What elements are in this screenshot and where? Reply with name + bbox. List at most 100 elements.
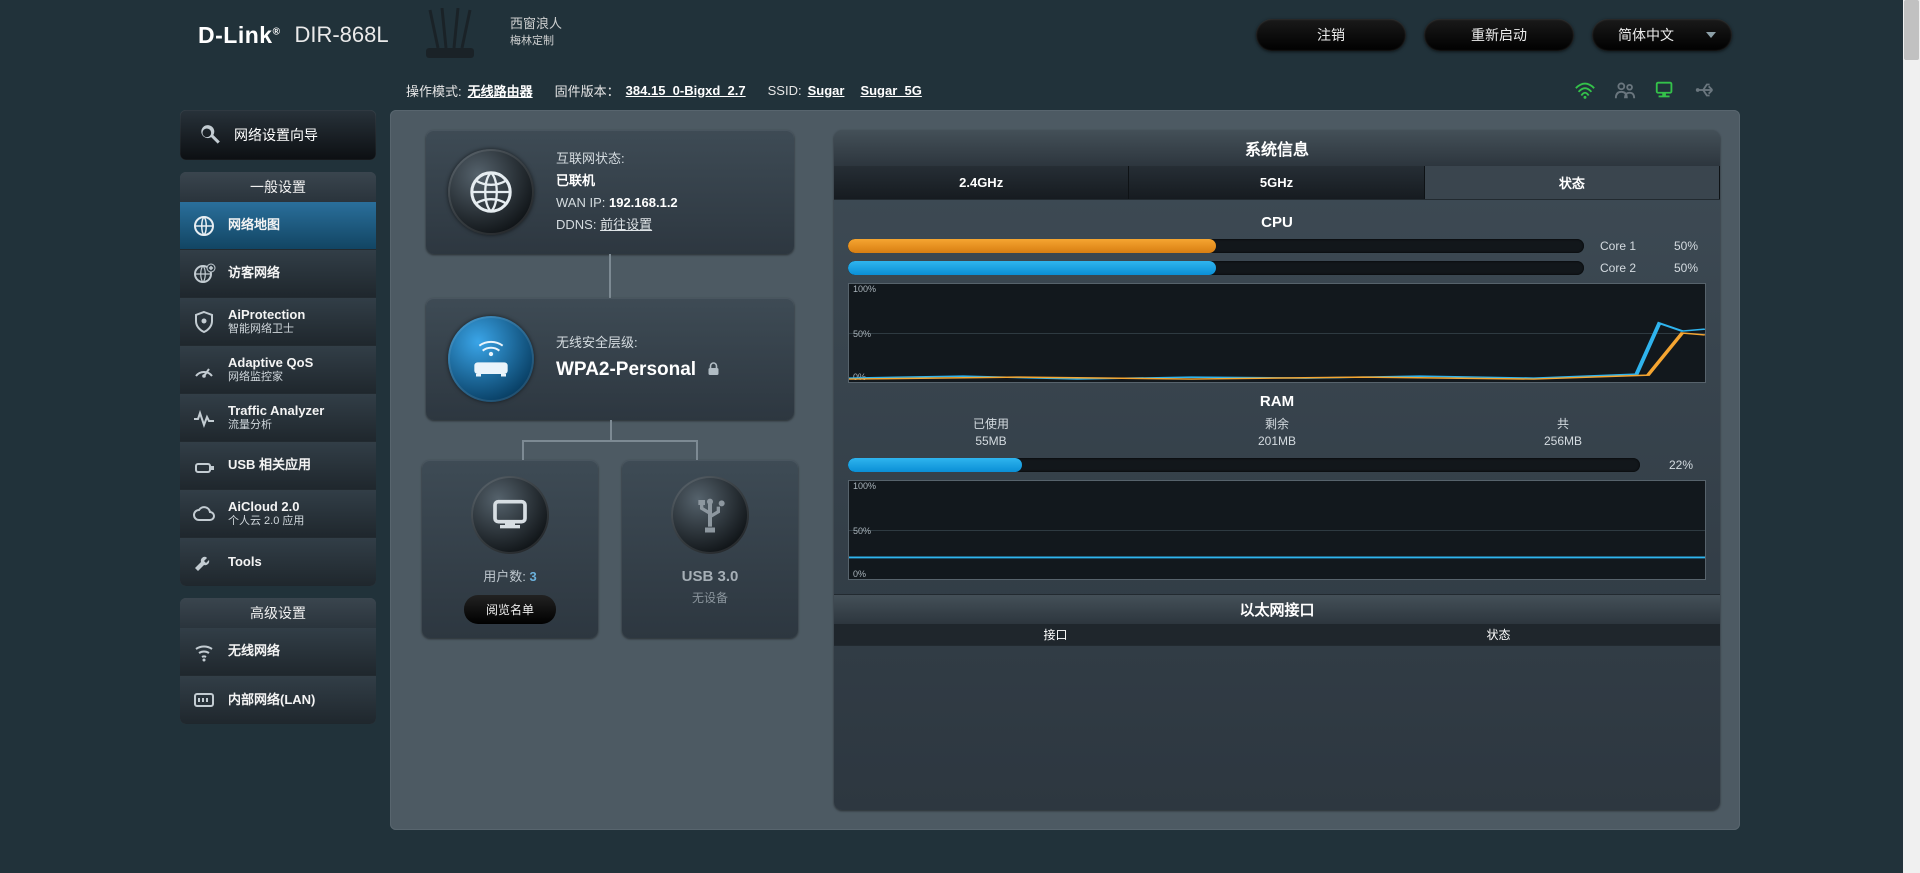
connector-tree [522, 420, 698, 460]
system-info-panel: 系统信息 2.4GHz 5GHz 状态 CPU Core 1 50% Co [834, 130, 1720, 810]
system-info-title: 系统信息 [834, 130, 1720, 166]
connector-line [609, 254, 611, 298]
tab-24ghz[interactable]: 2.4GHz [834, 166, 1129, 199]
clients-label: 用户数: [483, 569, 526, 584]
cpu-core1-row: Core 1 50% [848, 239, 1706, 253]
cpu-core1-label: Core 1 [1600, 239, 1650, 253]
shield-icon [192, 310, 216, 334]
ram-graph: 100% 50% 0% [848, 480, 1706, 580]
page-scrollbar-thumb[interactable] [1904, 0, 1919, 60]
ethernet-heading: 以太网接口 [834, 594, 1720, 624]
general-settings-panel: 一般设置 网络地图 访客网络 AiProtection智能网络卫士 Adapti… [180, 172, 376, 586]
advanced-settings-panel: 高级设置 无线网络 内部网络(LAN) [180, 598, 376, 724]
ethernet-header-row: 接口 状态 [834, 624, 1720, 646]
usb-status-icon[interactable] [1694, 80, 1716, 100]
view-clients-button[interactable]: 阅览名单 [464, 595, 556, 624]
general-settings-title: 一般设置 [180, 172, 376, 202]
usb-stick-icon [192, 454, 216, 478]
ram-total: 共256MB [1420, 416, 1706, 450]
sidebar-item-aicloud[interactable]: AiCloud 2.0个人云 2.0 应用 [180, 490, 376, 538]
usb-icon [671, 476, 749, 554]
ram-used: 已使用55MB [848, 416, 1134, 450]
gear-wrench-icon [196, 122, 222, 148]
cpu-graph: 100% 50% 0% [848, 283, 1706, 383]
setup-wizard-label: 网络设置向导 [234, 125, 318, 145]
cpu-core1-bar [848, 239, 1584, 253]
ram-percent: 22% [1656, 458, 1706, 472]
security-level-label: 无线安全层级: [556, 335, 638, 350]
internet-status-value: 已联机 [556, 173, 595, 188]
clients-count: 3 [530, 569, 537, 584]
cpu-core2-value: 50% [1666, 261, 1706, 275]
advanced-settings-title: 高级设置 [180, 598, 376, 628]
svg-text:西窗浪人: 西窗浪人 [510, 16, 562, 31]
ssid-24g-link[interactable]: Sugar [808, 83, 845, 98]
ddns-link[interactable]: 前往设置 [600, 217, 652, 232]
internet-status-label: 互联网状态: [556, 151, 625, 166]
sidebar-item-guest-network[interactable]: 访客网络 [180, 250, 376, 298]
sidebar: 网络设置向导 一般设置 网络地图 访客网络 AiProtection智能网络卫士 [180, 110, 376, 830]
internet-icon [448, 149, 534, 235]
ram-bar-row: 22% [848, 458, 1706, 472]
guest-network-icon[interactable] [1614, 80, 1636, 100]
sidebar-item-network-map[interactable]: 网络地图 [180, 202, 376, 250]
globe-icon [192, 214, 216, 238]
wireless-security-card[interactable]: 无线安全层级: WPA2-Personal [426, 298, 794, 420]
sidebar-item-usb-app[interactable]: USB 相关应用 [180, 442, 376, 490]
logo-block: D-Link® DIR-868L [180, 22, 390, 49]
svg-text:梅林定制: 梅林定制 [510, 33, 554, 47]
tab-status[interactable]: 状态 [1425, 166, 1720, 199]
lan-status-icon[interactable] [1654, 80, 1676, 100]
page-scrollbar-track[interactable] [1903, 0, 1920, 873]
security-level-value: WPA2-Personal [556, 359, 696, 380]
ram-heading: RAM [848, 393, 1706, 410]
router-icon [448, 316, 534, 402]
cpu-core2-bar [848, 261, 1584, 275]
info-bar: 操作模式: 无线路由器 固件版本： 384.15_0-Bigxd_2.7 SSI… [180, 70, 1740, 110]
ssid-5g-link[interactable]: Sugar_5G [860, 83, 921, 98]
sidebar-item-tools[interactable]: Tools [180, 538, 376, 586]
reboot-button[interactable]: 重新启动 [1424, 19, 1574, 51]
firmware-label: 固件版本： [555, 81, 620, 100]
eth-col-interface: 接口 [834, 624, 1277, 645]
header: D-Link® DIR-868L 西窗浪人 梅林定制 注销 重新启动 简体中文 [180, 0, 1740, 70]
cloud-icon [192, 502, 216, 526]
brand-logo: D-Link® [198, 22, 280, 49]
language-dropdown[interactable]: 简体中文 [1592, 19, 1732, 51]
pulse-icon [192, 406, 216, 430]
eth-col-status: 状态 [1277, 624, 1720, 645]
wan-ip-label: WAN IP: [556, 195, 605, 210]
mode-value-link[interactable]: 无线路由器 [468, 81, 533, 100]
ssid-label: SSID: [768, 83, 802, 98]
sidebar-item-aiprotection[interactable]: AiProtection智能网络卫士 [180, 298, 376, 346]
cpu-core1-value: 50% [1666, 239, 1706, 253]
content-panel: 互联网状态: 已联机 WAN IP: 192.168.1.2 DDNS: 前往设… [390, 110, 1740, 830]
wifi-icon [192, 640, 216, 664]
tab-5ghz[interactable]: 5GHz [1129, 166, 1424, 199]
wifi-status-icon[interactable] [1574, 80, 1596, 100]
mode-label: 操作模式: [406, 81, 462, 100]
setup-wizard-button[interactable]: 网络设置向导 [180, 110, 376, 160]
ram-bar [848, 458, 1640, 472]
cpu-core2-label: Core 2 [1600, 261, 1650, 275]
usb-title: USB 3.0 [682, 568, 739, 585]
firmware-link[interactable]: 384.15_0-Bigxd_2.7 [626, 83, 746, 98]
sidebar-item-wireless[interactable]: 无线网络 [180, 628, 376, 676]
globe-plus-icon [192, 262, 216, 286]
clients-card[interactable]: 用户数: 3 阅览名单 [422, 460, 598, 638]
sidebar-item-adaptive-qos[interactable]: Adaptive QoS网络监控家 [180, 346, 376, 394]
network-map-column: 互联网状态: 已联机 WAN IP: 192.168.1.2 DDNS: 前往设… [410, 130, 810, 810]
usb-status: 无设备 [692, 589, 728, 606]
wan-ip-value: 192.168.1.2 [609, 195, 678, 210]
ram-free: 剩余201MB [1134, 416, 1420, 450]
ethernet-icon [192, 688, 216, 712]
usb-card[interactable]: USB 3.0 无设备 [622, 460, 798, 638]
logout-button[interactable]: 注销 [1256, 19, 1406, 51]
lock-icon [707, 362, 720, 376]
sidebar-item-lan[interactable]: 内部网络(LAN) [180, 676, 376, 724]
sidebar-item-traffic-analyzer[interactable]: Traffic Analyzer流量分析 [180, 394, 376, 442]
router-silhouette-decor: 西窗浪人 梅林定制 [420, 8, 600, 60]
internet-status-card[interactable]: 互联网状态: 已联机 WAN IP: 192.168.1.2 DDNS: 前往设… [426, 130, 794, 254]
wrench-icon [192, 550, 216, 574]
cpu-heading: CPU [848, 214, 1706, 231]
